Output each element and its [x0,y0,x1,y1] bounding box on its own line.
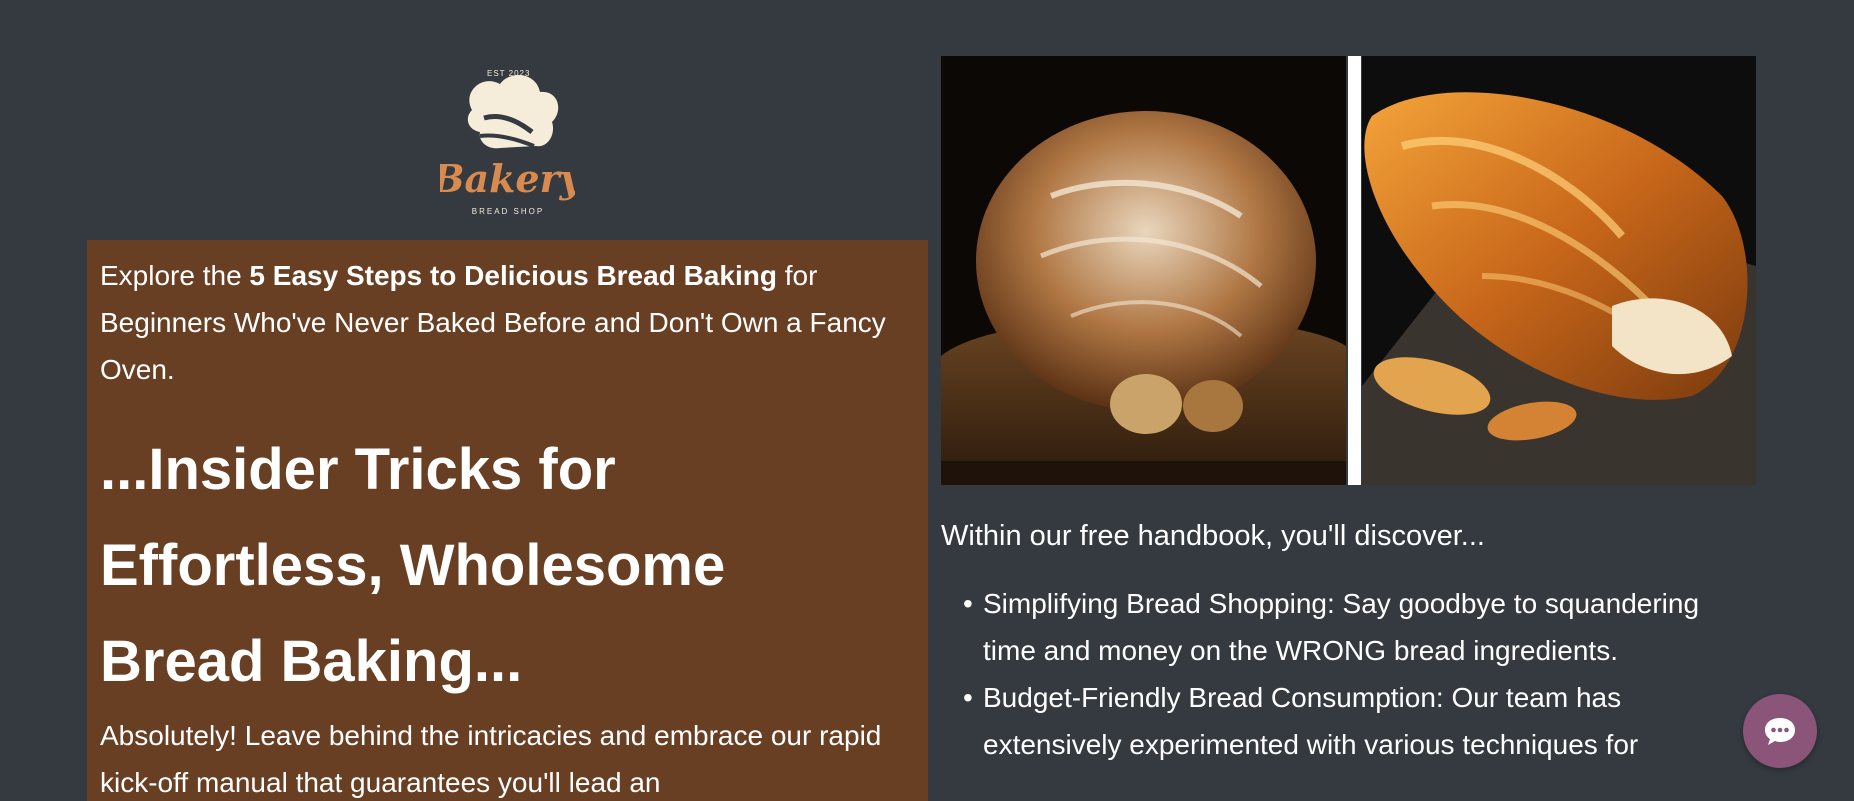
list-item: • Simplifying Bread Shopping: Say goodbye… [941,580,1741,674]
benefit-text: Simplifying Bread Shopping: Say goodbye … [983,588,1700,666]
logo-brand-text: Bakery [440,156,575,201]
hero-panel: Explore the 5 Easy Steps to Delicious Br… [87,240,928,801]
chef-hat-logo-icon: EST 2023 Bakery BREAD SHOP [440,69,575,216]
chat-bubble-icon [1765,718,1795,745]
handbook-lead: Within our free handbook, you'll discove… [941,520,1485,552]
bullet-icon: • [963,682,973,713]
intro-text: Explore the 5 Easy Steps to Delicious Br… [100,252,900,393]
benefits-list: • Simplifying Bread Shopping: Say goodbye… [941,580,1741,768]
svg-text:BREAD SHOP: BREAD SHOP [472,207,544,216]
image-divider [1348,56,1361,485]
headline: ...Insider Tricks for Effortless, Wholes… [100,437,726,694]
benefit-text: Budget-Friendly Bread Consumption: Our t… [983,682,1639,760]
sourdough-loaf-image [941,56,1346,485]
intro-bold: 5 Easy Steps to Delicious Bread Baking [249,260,777,291]
intro-prefix: Explore the [100,260,250,291]
chat-button[interactable] [1743,694,1817,768]
braided-bread-image [1362,56,1756,485]
list-item: • Budget-Friendly Bread Consumption: Our … [941,674,1741,768]
bullet-icon: • [963,588,973,619]
landing-page: EST 2023 Bakery BREAD SHOP Explore the 5… [0,0,1854,801]
bakery-logo: EST 2023 Bakery BREAD SHOP [440,62,575,222]
body-text: Absolutely! Leave behind the intricacies… [100,720,882,798]
